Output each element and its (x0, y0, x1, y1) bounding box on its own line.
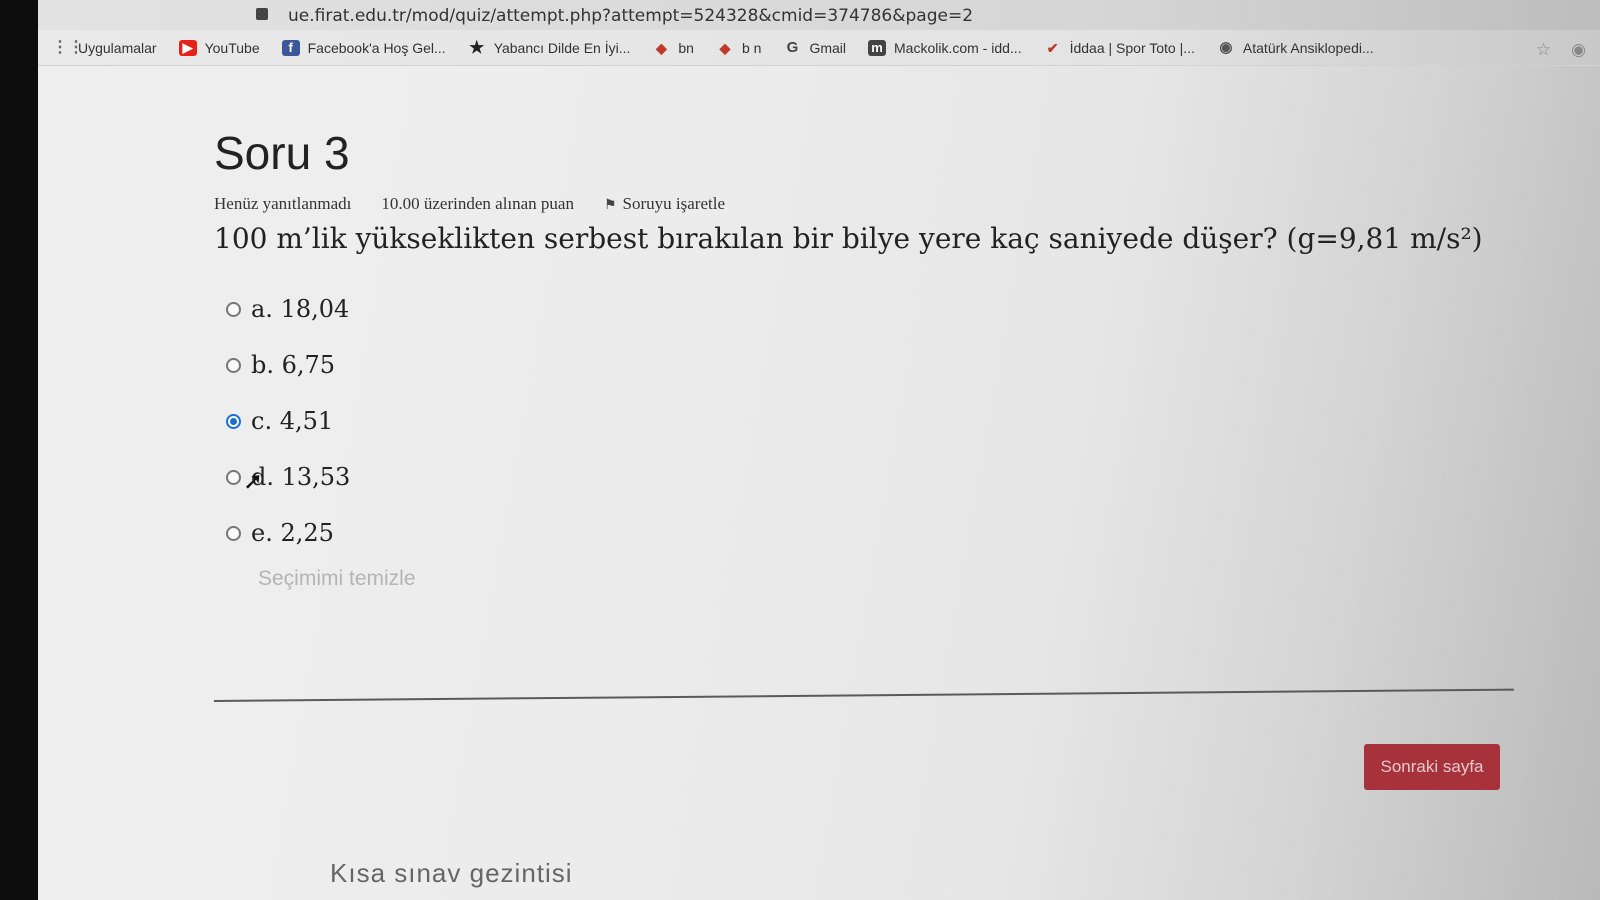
flag-label: Soruyu işaretle (622, 194, 725, 213)
answer-label[interactable]: d. 13,53 (251, 463, 350, 491)
bookmark-icon: ◆ (656, 39, 667, 56)
facebook-icon: f (281, 39, 300, 56)
bookmark-label: Yabancı Dilde En İyi... (493, 39, 631, 56)
quiz-question-panel: Soru 3 Henüz yanıtlanmadı 10.00 üzerinde… (214, 130, 1544, 591)
bookmark-mackolik[interactable]: m Mackolik.com - idd... (868, 39, 1022, 56)
question-title: Soru 3 (214, 127, 350, 179)
radio-button[interactable] (226, 525, 241, 541)
clear-choice-link[interactable]: Seçimimi temizle (258, 567, 1544, 591)
extension-icon[interactable]: ◉ (1571, 40, 1586, 60)
answer-label[interactable]: a. 18,04 (251, 295, 349, 323)
flag-question-link[interactable]: ⚑ Soruyu işaretle (604, 194, 725, 214)
radio-button[interactable] (226, 301, 241, 317)
mouse-cursor-icon: ➚ (243, 468, 264, 495)
question-status: Henüz yanıtlanmadı (214, 194, 352, 213)
bookmark-label: YouTube (204, 39, 260, 56)
bookmark-label: Mackolik.com - idd... (894, 39, 1022, 56)
answer-label[interactable]: c. 4,51 (251, 407, 333, 435)
answer-option-b[interactable]: b. 6,75 (226, 337, 1544, 393)
answer-option-d[interactable]: d. 13,53 (226, 449, 1544, 505)
quiz-navigation-heading: Kısa sınav gezintisi (330, 858, 573, 888)
star-icon: ★ (469, 37, 485, 57)
bookmark-label: Atatürk Ansiklopedi... (1242, 39, 1374, 56)
bookmark-iddaa[interactable]: ✔ İddaa | Spor Toto |... (1044, 40, 1195, 56)
globe-icon: ◉ (1219, 38, 1233, 56)
radio-button[interactable] (226, 469, 241, 485)
bookmarks-bar: ⋮⋮ Uygulamalar ▶ YouTube f Facebook'a Ho… (38, 30, 1600, 66)
bookmark-star-icon[interactable]: ☆ (1536, 40, 1551, 60)
bookmark-icon: ◆ (719, 39, 731, 56)
bookmark-label: Facebook'a Hoş Gel... (307, 39, 446, 56)
browser-toolbar-right: ☆ ◉ (1536, 40, 1586, 60)
bookmark-bn[interactable]: ◆ bn (652, 40, 694, 56)
bookmark-label: Uygulamalar (78, 39, 157, 56)
question-text: 100 m’lik yükseklikten serbest bırakılan… (214, 222, 1483, 255)
page-info-icon[interactable] (256, 8, 268, 20)
radio-button-selected[interactable] (226, 413, 241, 429)
bookmark-label: b n (741, 39, 762, 56)
question-points: 10.00 üzerinden alınan puan (381, 194, 574, 213)
google-icon: G (786, 38, 799, 56)
mackolik-icon: m (868, 39, 886, 56)
answer-label[interactable]: b. 6,75 (251, 351, 335, 379)
answer-label[interactable]: e. 2,25 (251, 519, 334, 547)
bookmark-yabanci-dil[interactable]: ★ Yabancı Dilde En İyi... (468, 37, 631, 57)
address-bar[interactable]: ue.firat.edu.tr/mod/quiz/attempt.php?att… (38, 0, 1600, 31)
answer-option-a[interactable]: a. 18,04 (226, 281, 1544, 337)
bookmark-ataturk[interactable]: ◉ Atatürk Ansiklopedi... (1217, 38, 1374, 56)
apps-icon: ⋮⋮ (52, 38, 84, 56)
answer-option-e[interactable]: e. 2,25 (226, 505, 1544, 561)
bookmark-b-n[interactable]: ◆ b n (716, 39, 762, 56)
browser-screen: ue.firat.edu.tr/mod/quiz/attempt.php?att… (38, 0, 1600, 900)
next-page-button[interactable]: Sonraki sayfa (1364, 744, 1500, 790)
bookmark-label: Gmail (809, 39, 846, 56)
question-info: Henüz yanıtlanmadı 10.00 üzerinden alına… (214, 194, 1544, 214)
bookmark-label: bn (678, 39, 694, 56)
youtube-icon: ▶ (178, 39, 197, 56)
iddaa-icon: ✔ (1046, 39, 1059, 56)
answer-option-c[interactable]: c. 4,51 (226, 393, 1544, 449)
bookmark-gmail[interactable]: G Gmail (783, 38, 846, 56)
bookmark-label: İddaa | Spor Toto |... (1069, 39, 1195, 56)
answer-options: a. 18,04 b. 6,75 c. 4,51 d. 13,53 e. 2,2… (226, 281, 1544, 561)
url-text[interactable]: ue.firat.edu.tr/mod/quiz/attempt.php?att… (288, 6, 973, 26)
bookmark-apps[interactable]: ⋮⋮ Uygulamalar (52, 38, 157, 56)
flag-icon: ⚑ (603, 198, 617, 213)
bookmark-youtube[interactable]: ▶ YouTube (178, 39, 260, 56)
section-divider (213, 688, 1514, 702)
bookmark-facebook[interactable]: f Facebook'a Hoş Gel... (281, 39, 446, 56)
radio-button[interactable] (226, 357, 241, 373)
